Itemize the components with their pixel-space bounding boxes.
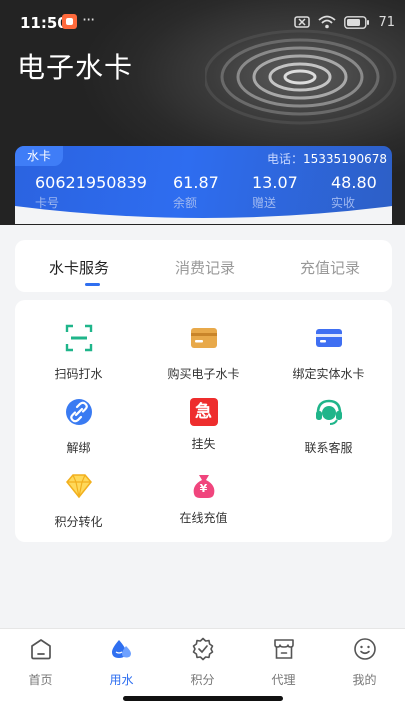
money-bag-icon: ¥ bbox=[190, 472, 218, 500]
service-tabs: 水卡服务 消费记录 充值记录 bbox=[15, 240, 392, 292]
bind-card-icon bbox=[315, 329, 342, 347]
nav-water[interactable]: 用水 bbox=[81, 637, 162, 688]
wifi-icon bbox=[318, 15, 337, 29]
tab-consumption-records[interactable]: 消费记录 bbox=[175, 257, 235, 278]
service-report-loss[interactable]: 急 挂失 bbox=[141, 398, 266, 452]
service-online-recharge[interactable]: ¥ 在线充值 bbox=[141, 472, 266, 526]
nav-home[interactable]: 首页 bbox=[0, 637, 81, 688]
service-label: 购买电子水卡 bbox=[167, 367, 240, 381]
phone-number: 15335190678 bbox=[303, 152, 387, 166]
card-wave-edge bbox=[15, 206, 392, 224]
service-bind-card[interactable]: 绑定实体水卡 bbox=[266, 324, 391, 382]
service-label: 联系客服 bbox=[304, 441, 353, 455]
diamond-icon bbox=[65, 474, 92, 499]
bottom-nav: 首页 用水 积分 代理 我的 bbox=[0, 628, 405, 720]
service-label: 扫码打水 bbox=[54, 367, 103, 381]
nav-label: 我的 bbox=[352, 673, 377, 687]
stat-value: 48.80 bbox=[331, 173, 377, 192]
points-icon bbox=[192, 637, 213, 661]
nav-profile[interactable]: 我的 bbox=[324, 637, 405, 688]
service-contact-support[interactable]: 联系客服 bbox=[266, 398, 391, 456]
service-buy-card[interactable]: 购买电子水卡 bbox=[141, 324, 266, 382]
tab-recharge-records[interactable]: 充值记录 bbox=[300, 257, 360, 278]
phone-label: 电话： bbox=[267, 152, 304, 166]
service-scan-water[interactable]: 扫码打水 bbox=[16, 324, 141, 382]
service-label: 积分转化 bbox=[54, 515, 103, 529]
status-bar: 11:50 ··· 71 bbox=[0, 0, 405, 46]
card-icon bbox=[190, 328, 217, 348]
nav-points[interactable]: 积分 bbox=[162, 637, 243, 688]
card-tag: 水卡 bbox=[15, 146, 63, 166]
water-icon bbox=[111, 640, 131, 658]
service-label: 挂失 bbox=[191, 437, 216, 451]
nav-label: 用水 bbox=[109, 673, 134, 687]
headset-icon bbox=[315, 399, 342, 425]
stat-value: 61.87 bbox=[173, 173, 219, 192]
battery-percent: 71 bbox=[378, 14, 395, 30]
service-label: 在线充值 bbox=[179, 511, 228, 525]
urgent-icon: 急 bbox=[189, 398, 218, 426]
yuan-glyph: ¥ bbox=[199, 482, 208, 495]
mute-icon bbox=[294, 16, 311, 28]
nav-label: 首页 bbox=[28, 673, 53, 687]
tab-indicator bbox=[85, 283, 100, 286]
stat-value: 13.07 bbox=[252, 173, 298, 192]
tab-card-service[interactable]: 水卡服务 bbox=[49, 257, 109, 278]
more-notifications-icon: ··· bbox=[82, 10, 95, 29]
water-card[interactable]: 水卡 电话：15335190678 60621950839 卡号 61.87 余… bbox=[15, 146, 392, 224]
home-indicator[interactable] bbox=[123, 696, 283, 701]
services-grid: 扫码打水 购买电子水卡 绑定实体水卡 解绑 急 挂失 联系客服 积分转化 ¥ 在… bbox=[15, 300, 392, 542]
home-icon bbox=[30, 639, 51, 660]
service-unbind[interactable]: 解绑 bbox=[16, 398, 141, 456]
service-label: 绑定实体水卡 bbox=[292, 367, 365, 381]
service-points-convert[interactable]: 积分转化 bbox=[16, 472, 141, 530]
shop-icon bbox=[273, 639, 294, 659]
status-time: 11:50 bbox=[20, 14, 68, 32]
app-notification-icon bbox=[62, 14, 77, 29]
nav-agent[interactable]: 代理 bbox=[243, 637, 324, 688]
nav-label: 代理 bbox=[271, 673, 296, 687]
smile-icon bbox=[353, 638, 376, 660]
stat-value: 60621950839 bbox=[35, 173, 147, 192]
page-title: 电子水卡 bbox=[17, 51, 134, 84]
service-label: 解绑 bbox=[66, 441, 91, 455]
card-phone: 电话：15335190678 bbox=[267, 150, 387, 167]
unlink-icon bbox=[65, 399, 92, 425]
scan-icon bbox=[65, 324, 92, 352]
nav-label: 积分 bbox=[190, 673, 215, 687]
battery-icon bbox=[344, 15, 370, 29]
